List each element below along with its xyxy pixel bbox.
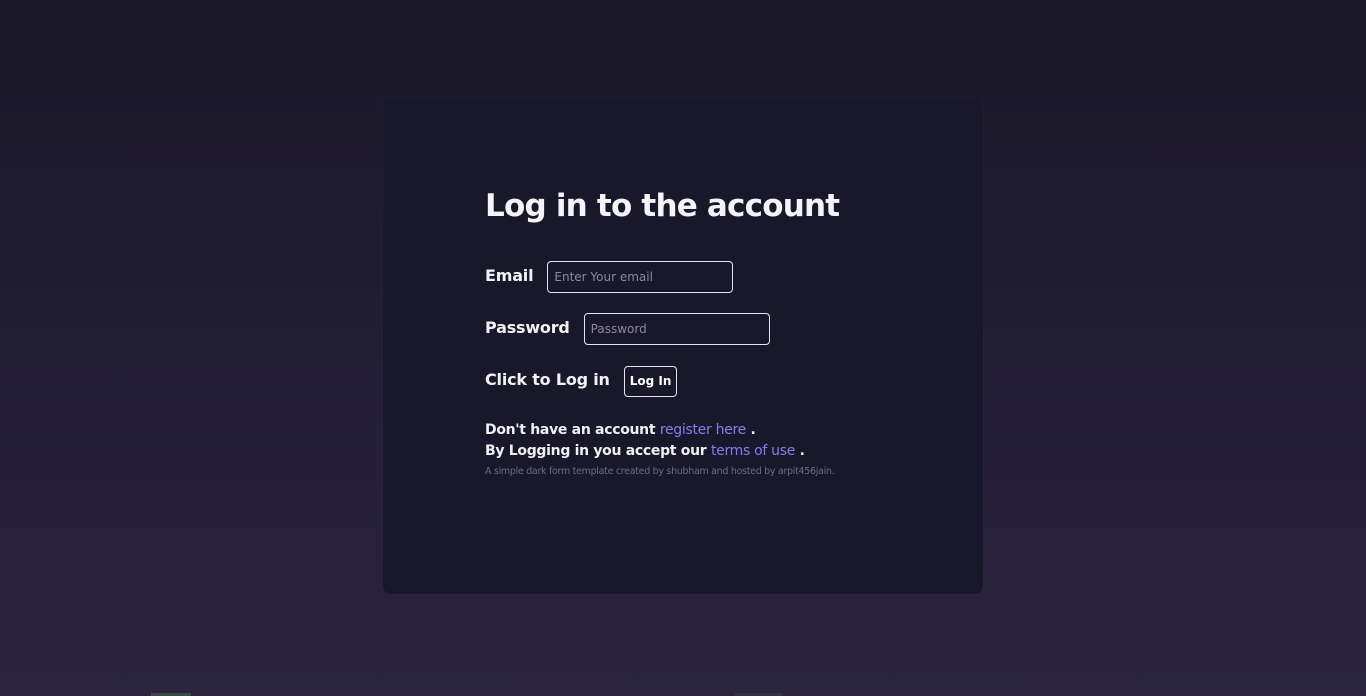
account-info: Don't have an account register here . By… [485,420,945,462]
credit-text: A simple dark form template created by s… [485,466,835,477]
register-link[interactable]: register here [660,422,746,438]
email-field[interactable] [547,261,734,293]
page-title: Log in to the account [485,188,840,224]
terms-line: By Logging in you accept our terms of us… [485,441,945,462]
email-row: Email [485,260,945,294]
password-field[interactable] [583,313,770,345]
email-label: Email [485,265,534,285]
login-card: Log in to the account Email Password Cli… [383,98,983,594]
terms-link[interactable]: terms of use [711,443,795,459]
login-row: Click to Log in Log In [485,364,945,398]
no-account-text: Don't have an account [485,422,660,438]
password-label: Password [485,317,570,337]
login-form: Log in to the account Email Password Cli… [485,186,945,477]
login-button[interactable]: Log In [623,365,678,397]
terms-period: . [795,443,805,459]
register-line: Don't have an account register here . [485,420,945,441]
password-row: Password [485,312,945,346]
terms-text: By Logging in you accept our [485,443,711,459]
login-prompt: Click to Log in [485,369,610,389]
register-period: . [745,422,756,438]
